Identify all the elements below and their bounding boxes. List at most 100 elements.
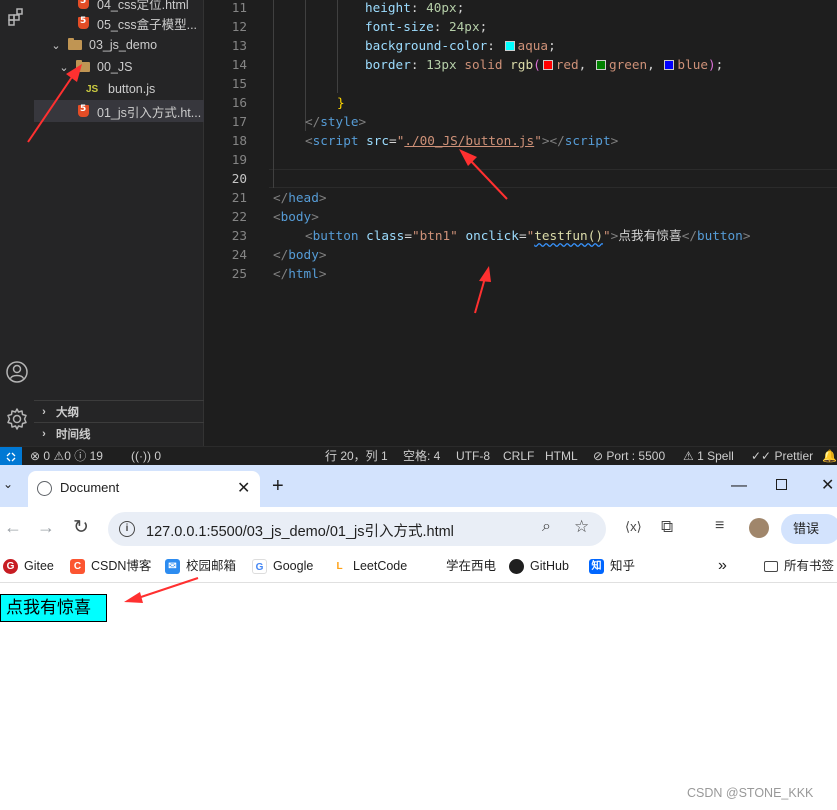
vscode-window: 04_css定位.html 05_css盒子模型... ⌄03_js_demo … <box>0 0 837 466</box>
info-icon[interactable]: i <box>119 521 135 537</box>
problems-indicator[interactable]: ⊗ 0 ⚠0 ⓘ 19 <box>30 447 103 466</box>
code-line-active: 20 <box>231 171 247 186</box>
file-label: 05_css盒子模型... <box>97 17 198 32</box>
bookmark-zhihu[interactable]: 知知乎 <box>589 551 635 581</box>
cursor-position[interactable]: 行 20，列 1 <box>325 447 388 466</box>
new-tab-button[interactable]: + <box>272 475 284 498</box>
chevron-down-icon: ⌄ <box>51 39 61 52</box>
maximize-button[interactable] <box>776 479 787 490</box>
browser-window: ⌄ Document ✕ + — ✕ ← → ↻ i 127.0.0.1:550… <box>0 465 837 810</box>
avatar[interactable] <box>749 518 769 538</box>
file-label: button.js <box>108 82 156 96</box>
more-bookmarks-chevron-icon[interactable]: » <box>718 551 727 581</box>
bookmark-github[interactable]: GitHub <box>509 551 569 581</box>
zoom-search-icon[interactable]: ⌕ <box>542 518 551 536</box>
screenshot-root: 04_css定位.html 05_css盒子模型... ⌄03_js_demo … <box>0 0 837 810</box>
folder-label: 00_JS <box>97 60 133 74</box>
file-label: 04_css定位.html <box>97 0 189 12</box>
end-of-line[interactable]: CRLF <box>503 447 534 466</box>
js-icon: JS <box>86 83 99 95</box>
gitee-icon: G <box>3 558 18 574</box>
code-line: 22 <body> <box>231 209 319 224</box>
bell-icon[interactable]: 🔔 <box>822 447 837 466</box>
folder-icon <box>764 560 778 572</box>
page-content: 点我有惊喜 <box>0 584 837 810</box>
bookmark-csdn[interactable]: C CSDN博客 <box>70 551 151 581</box>
media-control-icon[interactable]: ≡ <box>715 517 724 535</box>
code-editor[interactable]: 11 height: 40px; 12 font-size: 24px; 13 bac… <box>205 0 837 446</box>
remote-indicator[interactable] <box>0 447 22 466</box>
color-swatch[interactable] <box>595 60 606 70</box>
html5-icon <box>78 104 89 117</box>
code-line: 19 <box>231 152 247 167</box>
status-bar: ⊗ 0 ⚠0 ⓘ 19 ((·)) 0 行 20，列 1 空格: 4 UTF-8… <box>0 446 837 466</box>
profile-error-button[interactable]: 错误 <box>781 514 837 544</box>
indentation[interactable]: 空格: 4 <box>403 447 440 466</box>
ports-indicator[interactable]: ((·)) 0 <box>131 447 161 466</box>
spell-check[interactable]: ⚠ 1 Spell <box>683 447 734 466</box>
timeline-label: 时间线 <box>56 428 91 441</box>
color-swatch[interactable] <box>542 60 553 70</box>
extensions-puzzle-icon[interactable]: ⧉ <box>661 517 673 537</box>
address-bar[interactable]: i 127.0.0.1:5500/03_js_demo/01_js引入方式.ht… <box>108 512 606 546</box>
prettier[interactable]: ✓✓ Prettier <box>751 447 813 466</box>
live-server-port[interactable]: ⊘ Port : 5500 <box>593 447 665 466</box>
extensions-icon[interactable] <box>0 0 34 34</box>
color-swatch[interactable] <box>664 60 675 70</box>
all-bookmarks[interactable]: 所有书签 <box>764 551 834 581</box>
color-swatch[interactable] <box>504 41 515 51</box>
url-text[interactable]: 127.0.0.1:5500/03_js_demo/01_js引入方式.html <box>146 520 454 541</box>
bookmark-google[interactable]: G Google <box>252 551 313 581</box>
file-item[interactable]: 05_css盒子模型... <box>34 12 204 34</box>
star-icon[interactable]: ☆ <box>574 517 589 537</box>
globe-icon <box>37 481 52 496</box>
code-line: 13 background-color: aqua; <box>231 38 556 53</box>
folder-open-icon <box>76 60 90 72</box>
watermark: CSDN @STONE_KKK <box>687 786 814 800</box>
gear-icon[interactable] <box>0 402 34 436</box>
timeline-section-header[interactable]: › 时间线 <box>34 422 204 444</box>
google-icon: G <box>252 558 267 574</box>
code-line: 17 </style> <box>231 114 367 129</box>
reload-button[interactable]: ↻ <box>73 516 89 539</box>
github-icon <box>509 558 524 574</box>
folder-item-03-js-demo[interactable]: ⌄ 03_js_demo <box>34 34 204 56</box>
warning-icon: ⚠ <box>683 449 694 463</box>
script-src-link[interactable]: ./00_JS/button.js <box>404 133 534 148</box>
bookmark-xidian[interactable]: 学在西电 <box>446 551 496 581</box>
html5-icon <box>78 16 89 29</box>
forward-button[interactable]: → <box>37 517 55 538</box>
tab-search-icon[interactable]: ⌄ <box>3 477 13 491</box>
html5-icon <box>78 0 89 9</box>
file-item-selected[interactable]: 01_js引入方式.ht... <box>34 100 204 122</box>
code-line: 16} <box>231 95 345 110</box>
encoding[interactable]: UTF-8 <box>456 447 490 466</box>
outline-label: 大纲 <box>56 406 79 419</box>
minimize-button[interactable]: — <box>731 477 747 495</box>
file-item-button-js[interactable]: JS button.js <box>34 78 204 100</box>
info-icon: ⓘ <box>74 449 87 463</box>
account-icon[interactable] <box>0 355 34 389</box>
back-button[interactable]: ← <box>4 517 22 538</box>
code-line: 14 border: 13px solid rgb(red, green, blu… <box>231 57 724 72</box>
tab-document[interactable]: Document ✕ <box>28 471 260 507</box>
code-line: 24 </body> <box>231 247 327 262</box>
double-check-icon: ✓✓ <box>751 449 772 463</box>
chevron-right-icon: › <box>42 405 46 418</box>
close-icon[interactable]: ✕ <box>237 478 250 498</box>
code-line: 12 font-size: 24px; <box>231 19 488 34</box>
bookmark-leetcode[interactable]: L LeetCode <box>332 551 407 581</box>
close-window-button[interactable]: ✕ <box>821 475 834 495</box>
surprise-button[interactable]: 点我有惊喜 <box>0 594 107 622</box>
chevron-right-icon: › <box>42 427 46 440</box>
bookmark-mail[interactable]: ✉ 校园邮箱 <box>165 551 236 581</box>
zhihu-icon: 知 <box>589 558 604 574</box>
translate-icon[interactable]: ⟨x⟩ <box>625 519 642 535</box>
leetcode-icon: L <box>332 558 347 574</box>
folder-item-00-js[interactable]: ⌄ 00_JS <box>34 56 204 78</box>
outline-section-header[interactable]: › 大纲 <box>34 400 204 422</box>
code-line: 15 <box>231 76 247 91</box>
language-mode[interactable]: HTML <box>545 447 578 466</box>
bookmark-gitee[interactable]: G Gitee <box>3 551 54 581</box>
folder-icon <box>68 38 82 50</box>
